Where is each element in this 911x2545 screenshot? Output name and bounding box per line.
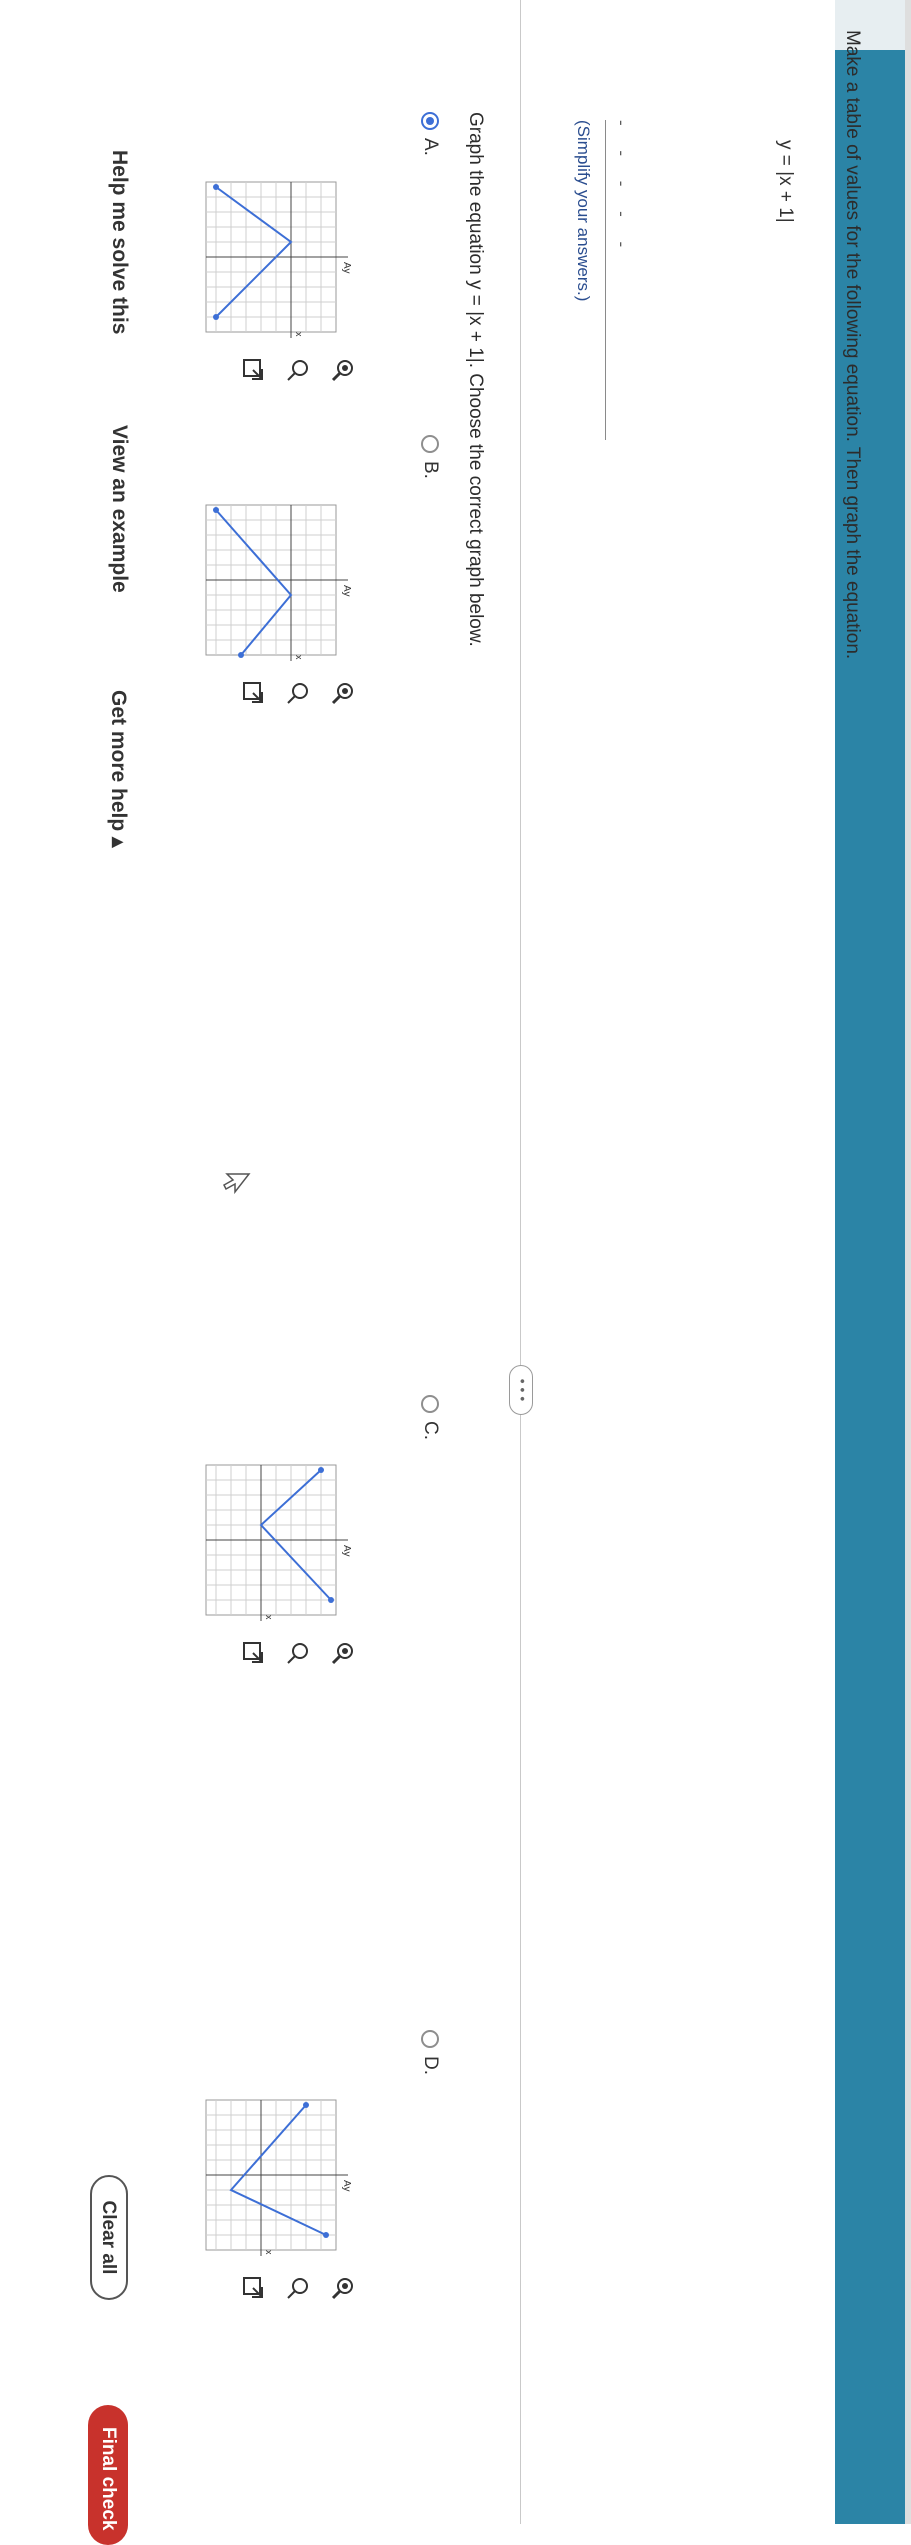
option-d-graph: Ay x — [205, 2099, 352, 2256]
option-d-y-label: Ay — [341, 2180, 352, 2192]
option-c-label: C. — [420, 1421, 441, 1440]
more-options-button[interactable]: • • • — [509, 1365, 533, 1415]
option-a-radio[interactable] — [421, 112, 439, 130]
option-b-x-label: x — [294, 655, 304, 660]
pop-out-icon[interactable] — [240, 1640, 266, 1666]
option-a-y-label: Ay — [341, 262, 352, 274]
question-prompt: Make a table of values for the following… — [842, 30, 863, 660]
zoom-in-icon[interactable] — [330, 2275, 356, 2301]
option-b-radio[interactable] — [421, 435, 439, 453]
simplify-note: (Simplify your answers.) — [574, 120, 593, 302]
graph-question: Graph the equation y = |x + 1|. Choose t… — [465, 112, 486, 647]
get-more-help-link[interactable]: Get more help ▴ — [106, 690, 131, 848]
rotated-page: Make a table of values for the following… — [0, 0, 911, 2545]
view-example-link[interactable]: View an example — [107, 425, 131, 593]
help-me-solve-link[interactable]: Help me solve this — [107, 150, 131, 334]
top-edge — [905, 0, 911, 2524]
option-a-x-label: x — [294, 332, 304, 337]
option-b-graph: Ay x — [205, 504, 352, 661]
final-check-button[interactable]: Final check — [88, 2405, 128, 2545]
zoom-in-icon[interactable] — [330, 680, 356, 706]
option-d-x-label: x — [264, 2250, 274, 2255]
option-c-x-label: x — [264, 1615, 274, 1620]
zoom-in-icon[interactable] — [330, 357, 356, 383]
option-c-radio[interactable] — [421, 1395, 439, 1413]
option-b-y-label: Ay — [341, 585, 352, 597]
equation: y = |x + 1| — [775, 140, 796, 223]
clear-all-button[interactable]: Clear all — [90, 2175, 128, 2300]
option-d-label: D. — [420, 2056, 441, 2075]
mouse-cursor-icon — [223, 1173, 251, 1195]
option-c-y-label: Ay — [341, 1545, 352, 1557]
table-entry-line — [605, 120, 606, 440]
table-entry-hint: ‐ ‐ ‐ ‐ ‐ — [612, 120, 631, 258]
option-a-label: A. — [420, 138, 441, 156]
zoom-out-icon[interactable] — [285, 680, 311, 706]
zoom-out-icon[interactable] — [285, 1640, 311, 1666]
option-c-graph: Ay x — [205, 1464, 352, 1621]
option-a-graph: Ay x — [205, 181, 352, 338]
pop-out-icon[interactable] — [240, 2275, 266, 2301]
zoom-out-icon[interactable] — [285, 2275, 311, 2301]
pop-out-icon[interactable] — [240, 357, 266, 383]
zoom-in-icon[interactable] — [330, 1640, 356, 1666]
option-b-label: B. — [420, 461, 441, 479]
pop-out-icon[interactable] — [240, 680, 266, 706]
option-d-radio[interactable] — [421, 2030, 439, 2048]
section-divider — [520, 0, 521, 2524]
zoom-out-icon[interactable] — [285, 357, 311, 383]
